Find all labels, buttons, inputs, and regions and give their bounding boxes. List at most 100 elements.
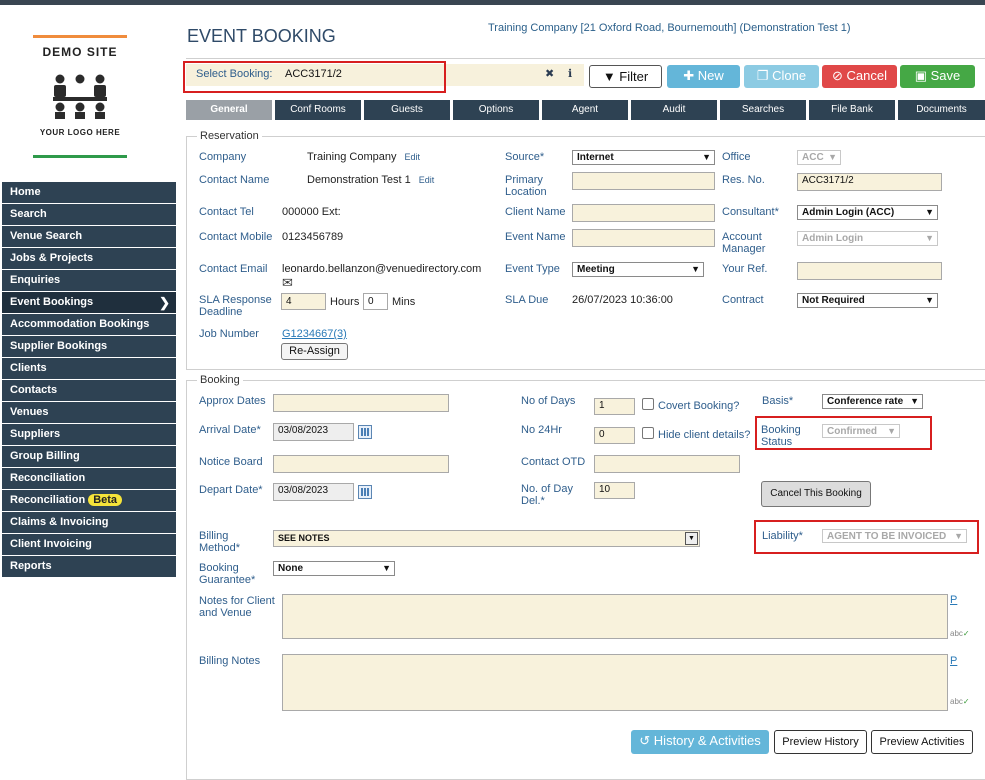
meeting-people-icon — [53, 74, 107, 119]
company-info: Training Company [21 Oxford Road, Bourne… — [488, 22, 851, 34]
sla-due-value: 26/07/2023 10:36:00 — [572, 294, 673, 306]
billing-notes-p-link[interactable]: P — [950, 655, 957, 667]
nav-contacts[interactable]: Contacts — [2, 380, 176, 402]
spellcheck-icon[interactable]: abc✓ — [950, 629, 970, 638]
nav-enquiries[interactable]: Enquiries — [2, 270, 176, 292]
no-24hr-input[interactable]: 0 — [594, 427, 635, 444]
source-select[interactable]: Internet ▼ — [572, 150, 715, 165]
cancel-this-booking-button[interactable]: Cancel This Booking — [761, 481, 871, 507]
nav-client-invoicing[interactable]: Client Invoicing — [2, 534, 176, 556]
nav-reconciliation-beta[interactable]: Reconciliation Beta — [2, 490, 176, 512]
notes-client-venue-textarea[interactable] — [282, 594, 948, 639]
chevron-right-icon: ❯ — [159, 295, 170, 310]
approx-dates-input[interactable] — [273, 394, 449, 412]
your-ref-input[interactable] — [797, 262, 942, 280]
nav-reconciliation[interactable]: Reconciliation — [2, 468, 176, 490]
nav-jobs-projects[interactable]: Jobs & Projects — [2, 248, 176, 270]
history-activities-button[interactable]: ↺ History & Activities — [631, 730, 769, 754]
logo-accent-bottom — [33, 155, 127, 158]
nav-suppliers[interactable]: Suppliers — [2, 424, 176, 446]
sidebar-nav: Home Search Venue Search Jobs & Projects… — [2, 182, 176, 578]
client-name-input[interactable] — [572, 204, 715, 222]
reservation-legend: Reservation — [200, 130, 259, 142]
no-of-days-input[interactable]: 1 — [594, 398, 635, 415]
billing-notes-textarea[interactable] — [282, 654, 948, 711]
tab-options[interactable]: Options — [453, 100, 539, 120]
nav-group-billing[interactable]: Group Billing — [2, 446, 176, 468]
mins-label: Mins — [392, 296, 416, 308]
tab-general[interactable]: General — [186, 100, 272, 120]
nav-supplier-bookings[interactable]: Supplier Bookings — [2, 336, 176, 358]
nav-home[interactable]: Home — [2, 182, 176, 204]
tab-conf-rooms[interactable]: Conf Rooms — [275, 100, 361, 120]
sla-hours-input[interactable]: 4 — [281, 293, 326, 310]
notice-board-input[interactable] — [273, 455, 449, 473]
contact-otd-input[interactable] — [594, 455, 740, 473]
envelope-icon[interactable]: ✉ — [282, 275, 293, 291]
nav-event-bookings[interactable]: Event Bookings ❯ — [2, 292, 176, 314]
chevron-down-icon: ▼ — [925, 295, 934, 305]
account-manager-select[interactable]: Admin Login ▼ — [797, 231, 938, 246]
approx-dates-label: Approx Dates — [199, 395, 266, 407]
billing-method-select[interactable]: SEE NOTES ▼ — [273, 530, 700, 547]
tab-documents[interactable]: Documents — [898, 100, 985, 120]
sla-response-label: SLA Response Deadline — [199, 294, 272, 318]
contract-select[interactable]: Not Required ▼ — [797, 293, 938, 308]
nav-search[interactable]: Search — [2, 204, 176, 226]
info-icon[interactable]: ℹ — [568, 67, 572, 80]
nav-accommodation-bookings[interactable]: Accommodation Bookings — [2, 314, 176, 336]
arrival-date-input[interactable]: 03/08/2023 — [273, 423, 354, 441]
spellcheck-icon[interactable]: abc✓ — [950, 697, 970, 706]
ban-icon: ⊘ — [832, 68, 847, 83]
contact-edit-link[interactable]: Edit — [419, 175, 435, 185]
primary-location-input[interactable] — [572, 172, 715, 190]
depart-date-input[interactable]: 03/08/2023 — [273, 483, 354, 501]
reassign-button[interactable]: Re-Assign — [281, 343, 348, 360]
clone-button[interactable]: ❐ Clone — [744, 65, 819, 88]
day-del-input[interactable]: 10 — [594, 482, 635, 499]
notes-p-link[interactable]: P — [950, 594, 957, 606]
company-edit-link[interactable]: Edit — [404, 152, 420, 162]
filter-icon: ▼ — [602, 69, 620, 84]
no-24hr-label: No 24Hr — [521, 424, 562, 436]
nav-venues[interactable]: Venues — [2, 402, 176, 424]
save-icon: ▣ — [914, 68, 931, 83]
consultant-label: Consultant* — [722, 206, 779, 218]
tab-audit[interactable]: Audit — [631, 100, 717, 120]
tab-searches[interactable]: Searches — [720, 100, 806, 120]
clone-icon: ❐ — [756, 68, 773, 83]
save-button[interactable]: ▣ Save — [900, 65, 975, 88]
hide-client-checkbox[interactable] — [642, 427, 654, 439]
nav-reports[interactable]: Reports — [2, 556, 176, 578]
new-button[interactable]: ✚ New — [667, 65, 740, 88]
event-type-select[interactable]: Meeting ▼ — [572, 262, 704, 277]
preview-activities-button[interactable]: Preview Activities — [871, 730, 973, 754]
office-select[interactable]: ACC ▼ — [797, 150, 841, 165]
nav-venue-search[interactable]: Venue Search — [2, 226, 176, 248]
event-name-input[interactable] — [572, 229, 715, 247]
job-number-link[interactable]: G1234667(3) — [282, 328, 347, 340]
logo-accent-top — [33, 35, 127, 38]
nav-clients[interactable]: Clients — [2, 358, 176, 380]
arrival-date-label: Arrival Date* — [199, 424, 261, 436]
highlight-liability — [754, 520, 979, 554]
filter-button[interactable]: ▼ Filter — [589, 65, 662, 88]
covert-booking-checkbox[interactable] — [642, 398, 654, 410]
sla-mins-input[interactable]: 0 — [363, 293, 388, 310]
cancel-button[interactable]: ⊘ Cancel — [822, 65, 897, 88]
basis-select[interactable]: Conference rate ▼ — [822, 394, 923, 409]
calendar-icon[interactable] — [358, 485, 372, 499]
preview-history-button[interactable]: Preview History — [774, 730, 867, 754]
tab-guests[interactable]: Guests — [364, 100, 450, 120]
page-title: EVENT BOOKING — [187, 26, 336, 46]
calendar-icon[interactable] — [358, 425, 372, 439]
res-no-input[interactable]: ACC3171/2 — [797, 173, 942, 191]
consultant-select[interactable]: Admin Login (ACC) ▼ — [797, 205, 938, 220]
nav-claims-invoicing[interactable]: Claims & Invoicing — [2, 512, 176, 534]
clear-icon[interactable]: ✖ — [545, 67, 554, 80]
contact-mobile-label: Contact Mobile — [199, 231, 273, 243]
notes-client-venue-label: Notes for Client and Venue — [199, 595, 275, 619]
booking-guarantee-select[interactable]: None ▼ — [273, 561, 395, 576]
tab-agent[interactable]: Agent — [542, 100, 628, 120]
tab-file-bank[interactable]: File Bank — [809, 100, 895, 120]
